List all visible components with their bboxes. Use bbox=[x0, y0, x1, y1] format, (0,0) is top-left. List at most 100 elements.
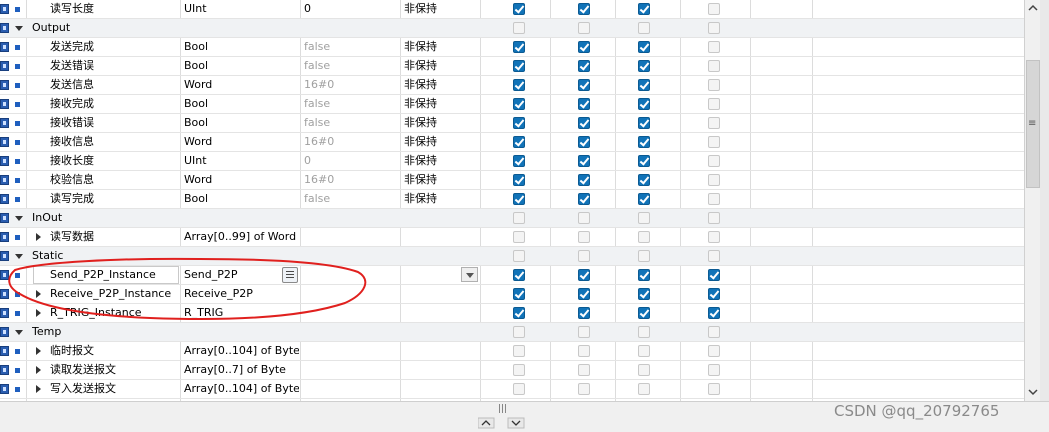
checkbox-col-4[interactable] bbox=[708, 364, 720, 376]
checkbox-col-3[interactable] bbox=[638, 155, 650, 167]
retain-value[interactable]: 非保持 bbox=[404, 38, 437, 56]
checkbox-col-3[interactable] bbox=[638, 3, 650, 15]
checkbox-col-1[interactable] bbox=[513, 22, 525, 34]
default-value[interactable]: false bbox=[304, 38, 330, 56]
checkbox-col-2[interactable] bbox=[578, 155, 590, 167]
checkbox-col-1[interactable] bbox=[513, 307, 525, 319]
variable-name[interactable]: 发送完成 bbox=[50, 38, 178, 56]
checkbox-col-4[interactable] bbox=[708, 383, 720, 395]
checkbox-col-2[interactable] bbox=[578, 212, 590, 224]
checkbox-col-2[interactable] bbox=[578, 193, 590, 205]
checkbox-col-2[interactable] bbox=[578, 307, 590, 319]
checkbox-col-3[interactable] bbox=[638, 345, 650, 357]
variable-name[interactable]: 读写长度 bbox=[50, 0, 178, 18]
default-value[interactable]: false bbox=[304, 95, 330, 113]
table-row[interactable]: 发送完成 Bool false 非保持 bbox=[0, 38, 1024, 57]
checkbox-col-2[interactable] bbox=[578, 98, 590, 110]
section-row[interactable]: Output bbox=[0, 19, 1024, 38]
data-type[interactable]: Word bbox=[184, 76, 299, 94]
checkbox-col-1[interactable] bbox=[513, 345, 525, 357]
checkbox-col-1[interactable] bbox=[513, 269, 525, 281]
variable-name[interactable]: 发送错误 bbox=[50, 57, 178, 75]
table-row[interactable]: 读写完成 Bool false 非保持 bbox=[0, 190, 1024, 209]
variable-name[interactable]: 接收长度 bbox=[50, 152, 178, 170]
variable-name[interactable]: Receive_P2P_Instance bbox=[50, 285, 178, 303]
expand-arrow-icon[interactable] bbox=[36, 347, 41, 355]
retain-value[interactable]: 非保持 bbox=[404, 57, 437, 75]
data-type[interactable]: Array[0..99] of Word bbox=[184, 228, 299, 246]
expand-arrow-icon[interactable] bbox=[36, 233, 41, 241]
table-row[interactable]: 接收长度 UInt 0 非保持 bbox=[0, 152, 1024, 171]
variable-name[interactable]: Send_P2P_Instance bbox=[50, 266, 178, 284]
data-type[interactable]: Bool bbox=[184, 57, 299, 75]
checkbox-col-2[interactable] bbox=[578, 79, 590, 91]
checkbox-col-4[interactable] bbox=[708, 212, 720, 224]
data-type[interactable]: Bool bbox=[184, 95, 299, 113]
checkbox-col-1[interactable] bbox=[513, 231, 525, 243]
checkbox-col-1[interactable] bbox=[513, 41, 525, 53]
variable-name[interactable]: R_TRIG_Instance bbox=[50, 304, 178, 322]
checkbox-col-2[interactable] bbox=[578, 269, 590, 281]
checkbox-col-1[interactable] bbox=[513, 288, 525, 300]
checkbox-col-2[interactable] bbox=[578, 136, 590, 148]
checkbox-col-1[interactable] bbox=[513, 3, 525, 15]
checkbox-col-4[interactable] bbox=[708, 288, 720, 300]
data-type[interactable]: Word bbox=[184, 133, 299, 151]
section-row[interactable]: Static bbox=[0, 247, 1024, 266]
checkbox-col-2[interactable] bbox=[578, 60, 590, 72]
variable-name[interactable]: 读写数据 bbox=[50, 228, 178, 246]
checkbox-col-1[interactable] bbox=[513, 212, 525, 224]
checkbox-col-4[interactable] bbox=[708, 174, 720, 186]
table-row[interactable]: 读写数据 Array[0..99] of Word bbox=[0, 228, 1024, 247]
data-type[interactable]: R_TRIG bbox=[184, 304, 299, 322]
table-row[interactable]: 接收信息 Word 16#0 非保持 bbox=[0, 133, 1024, 152]
checkbox-col-3[interactable] bbox=[638, 250, 650, 262]
checkbox-col-3[interactable] bbox=[638, 98, 650, 110]
checkbox-col-3[interactable] bbox=[638, 383, 650, 395]
checkbox-col-4[interactable] bbox=[708, 307, 720, 319]
variable-name[interactable]: 接收信息 bbox=[50, 133, 178, 151]
table-row[interactable]: 接收错误 Bool false 非保持 bbox=[0, 114, 1024, 133]
variable-name[interactable]: 读取发送报文 bbox=[50, 361, 178, 379]
checkbox-col-4[interactable] bbox=[708, 250, 720, 262]
data-type[interactable]: Word bbox=[184, 171, 299, 189]
checkbox-col-1[interactable] bbox=[513, 250, 525, 262]
checkbox-col-1[interactable] bbox=[513, 79, 525, 91]
default-value[interactable]: 16#0 bbox=[304, 76, 334, 94]
default-value[interactable]: false bbox=[304, 190, 330, 208]
retain-value[interactable]: 非保持 bbox=[404, 190, 437, 208]
checkbox-col-3[interactable] bbox=[638, 79, 650, 91]
checkbox-col-1[interactable] bbox=[513, 60, 525, 72]
table-row[interactable]: 读写长度 UInt 0 非保持 bbox=[0, 0, 1024, 19]
retain-value[interactable]: 非保持 bbox=[404, 133, 437, 151]
retain-value[interactable]: 非保持 bbox=[404, 76, 437, 94]
checkbox-col-3[interactable] bbox=[638, 117, 650, 129]
data-type[interactable]: UInt bbox=[184, 0, 299, 18]
collapse-arrow-icon[interactable] bbox=[15, 254, 23, 259]
collapse-arrow-icon[interactable] bbox=[15, 330, 23, 335]
expand-arrow-icon[interactable] bbox=[36, 290, 41, 298]
checkbox-col-1[interactable] bbox=[513, 364, 525, 376]
table-row[interactable]: 临时报文 Array[0..104] of Byte bbox=[0, 342, 1024, 361]
table-row[interactable]: 校验信息 Word 16#0 非保持 bbox=[0, 171, 1024, 190]
data-type[interactable]: Array[0..104] of Byte bbox=[184, 380, 299, 398]
checkbox-col-3[interactable] bbox=[638, 41, 650, 53]
data-type[interactable]: Receive_P2P bbox=[184, 285, 299, 303]
checkbox-col-3[interactable] bbox=[638, 22, 650, 34]
checkbox-col-2[interactable] bbox=[578, 364, 590, 376]
checkbox-col-4[interactable] bbox=[708, 269, 720, 281]
default-value[interactable]: 16#0 bbox=[304, 133, 334, 151]
table-row[interactable]: 发送错误 Bool false 非保持 bbox=[0, 57, 1024, 76]
retain-value[interactable]: 非保持 bbox=[404, 95, 437, 113]
expand-arrow-icon[interactable] bbox=[36, 366, 41, 374]
splitter-grip-icon[interactable]: ≡ bbox=[1028, 118, 1036, 129]
checkbox-col-2[interactable] bbox=[578, 117, 590, 129]
checkbox-col-3[interactable] bbox=[638, 193, 650, 205]
checkbox-col-3[interactable] bbox=[638, 231, 650, 243]
checkbox-col-1[interactable] bbox=[513, 117, 525, 129]
checkbox-col-4[interactable] bbox=[708, 41, 720, 53]
checkbox-col-2[interactable] bbox=[578, 22, 590, 34]
table-row[interactable]: 接收完成 Bool false 非保持 bbox=[0, 95, 1024, 114]
checkbox-col-4[interactable] bbox=[708, 155, 720, 167]
checkbox-col-2[interactable] bbox=[578, 3, 590, 15]
